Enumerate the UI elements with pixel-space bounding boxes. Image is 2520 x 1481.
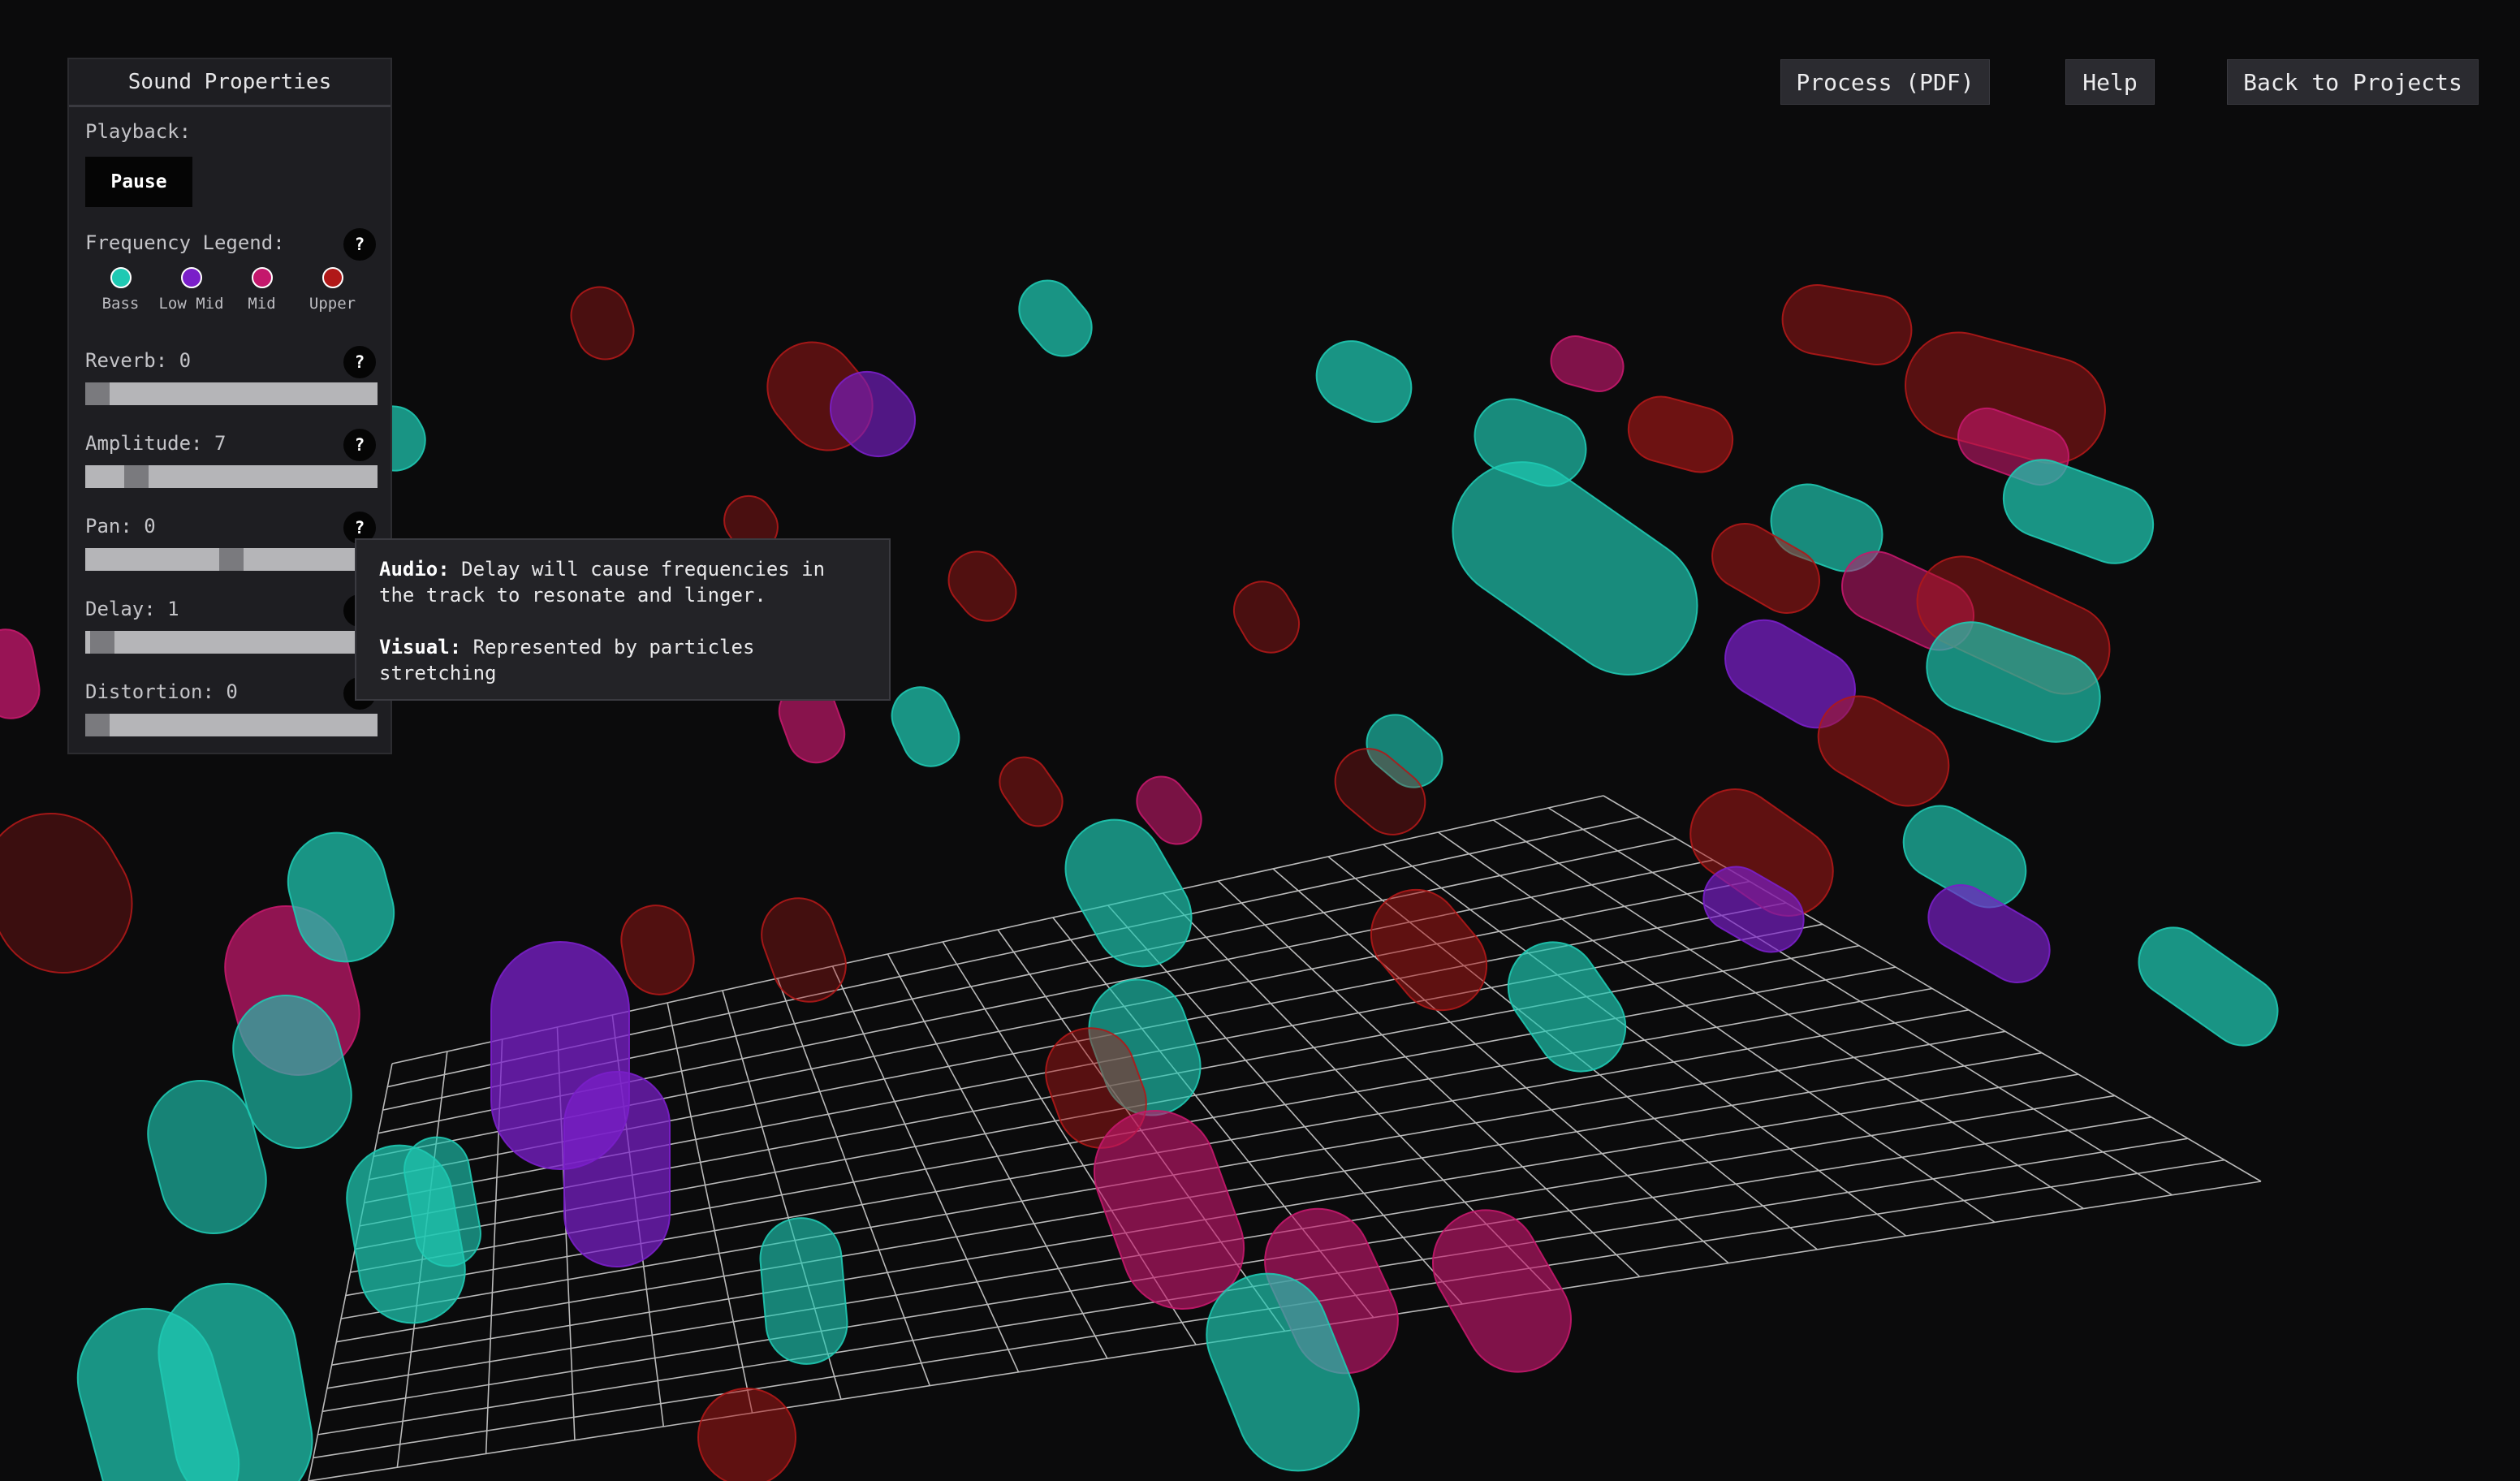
legend-swatch-upper xyxy=(321,267,343,288)
legend-item-upper: Upper xyxy=(297,267,368,313)
frequency-particle xyxy=(1018,279,1093,357)
help-button[interactable]: Help xyxy=(2065,59,2155,105)
reverb-help-icon[interactable]: ? xyxy=(343,346,376,378)
legend-item-bass: Bass xyxy=(85,267,156,313)
legend-help-icon[interactable]: ? xyxy=(343,228,376,261)
frequency-particle xyxy=(761,897,847,1003)
amplitude-label: Amplitude: 7 xyxy=(85,432,227,455)
legend-item-low-mid: Low Mid xyxy=(156,267,227,313)
frequency-legend-label: Frequency Legend: xyxy=(85,231,285,254)
frequency-particle xyxy=(620,905,695,995)
delay-slider-thumb[interactable] xyxy=(90,631,114,654)
playback-label: Playback: xyxy=(85,120,192,143)
tooltip-audio: Audio: Delay will cause frequencies in t… xyxy=(379,556,866,608)
panel-title: Sound Properties xyxy=(69,59,391,107)
back-to-projects-button[interactable]: Back to Projects xyxy=(2227,59,2479,105)
sound-properties-panel: Sound Properties Playback: Pause Frequen… xyxy=(67,58,392,754)
distortion-slider[interactable] xyxy=(85,714,378,736)
delay-slider[interactable] xyxy=(85,631,378,654)
frequency-legend: Bass Low Mid Mid Upper xyxy=(85,267,368,313)
pan-slider-thumb[interactable] xyxy=(219,548,244,571)
amplitude-help-icon[interactable]: ? xyxy=(343,429,376,461)
frequency-particle xyxy=(2138,926,2279,1047)
reverb-slider[interactable] xyxy=(85,382,378,405)
frequency-particle xyxy=(2002,459,2155,564)
amplitude-slider-thumb[interactable] xyxy=(124,465,149,488)
legend-label-low-mid: Low Mid xyxy=(158,295,224,313)
frequency-particle xyxy=(0,628,41,719)
delay-tooltip: Audio: Delay will cause frequencies in t… xyxy=(355,538,891,701)
frequency-particle xyxy=(947,551,1017,622)
legend-swatch-mid xyxy=(251,267,273,288)
frequency-particle xyxy=(1233,581,1300,654)
pause-button[interactable]: Pause xyxy=(85,157,192,207)
frequency-particle xyxy=(999,756,1064,827)
legend-label-upper: Upper xyxy=(309,295,356,313)
frequency-particle xyxy=(1507,941,1627,1073)
delay-label: Delay: 1 xyxy=(85,598,179,620)
tooltip-visual-title: Visual: xyxy=(379,636,462,658)
frequency-particle xyxy=(1781,283,1913,366)
frequency-particle xyxy=(570,286,635,361)
tooltip-visual: Visual: Represented by particles stretch… xyxy=(379,634,866,686)
pan-slider[interactable] xyxy=(85,548,378,571)
legend-label-bass: Bass xyxy=(101,295,140,313)
frequency-particle xyxy=(0,813,133,974)
frequency-particle xyxy=(158,1282,313,1481)
frequency-particle xyxy=(759,1217,848,1365)
distortion-slider-thumb[interactable] xyxy=(85,714,110,736)
legend-swatch-low-mid xyxy=(180,267,202,288)
legend-item-mid: Mid xyxy=(227,267,297,313)
frequency-particle xyxy=(1315,340,1413,423)
distortion-label: Distortion: 0 xyxy=(85,680,238,703)
reverb-label: Reverb: 0 xyxy=(85,349,192,372)
frequency-particle xyxy=(1627,395,1734,473)
pan-label: Pan: 0 xyxy=(85,515,156,538)
frequency-particle xyxy=(891,686,960,767)
frequency-particle xyxy=(563,1071,671,1267)
legend-label-mid: Mid xyxy=(248,295,276,313)
amplitude-slider[interactable] xyxy=(85,465,378,488)
frequency-particle xyxy=(1550,335,1625,392)
tooltip-audio-title: Audio: xyxy=(379,558,450,581)
reverb-slider-thumb[interactable] xyxy=(85,382,110,405)
process-pdf-button[interactable]: Process (PDF) xyxy=(1780,59,1990,105)
frequency-particle xyxy=(1432,1209,1572,1373)
legend-swatch-bass xyxy=(110,267,132,288)
